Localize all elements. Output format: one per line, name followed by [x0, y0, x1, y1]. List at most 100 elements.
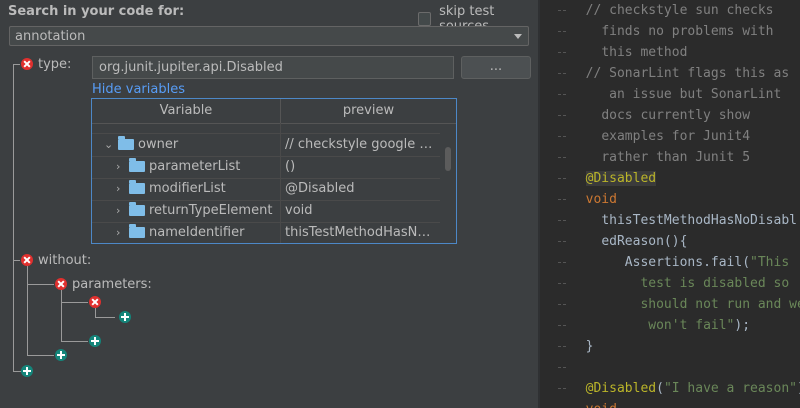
indent-guide — [558, 73, 566, 75]
indent-guide — [558, 157, 566, 159]
tree-line — [95, 317, 115, 318]
type-input[interactable]: org.junit.jupiter.api.Disabled — [92, 56, 454, 79]
chevron-right-icon[interactable]: › — [116, 182, 120, 195]
add-parameter-icon[interactable] — [89, 335, 101, 347]
code-line[interactable]: // SonarLint flags this as — [570, 63, 790, 84]
tree-line — [27, 266, 28, 355]
table-row[interactable]: › modifierList @Disabled — [92, 178, 440, 201]
code-line[interactable]: should not run and we — [570, 294, 800, 315]
type-input-value: org.junit.jupiter.api.Disabled — [99, 60, 283, 75]
indent-guide — [558, 262, 566, 264]
remove-type-icon[interactable] — [21, 58, 33, 70]
indent-guide — [558, 304, 566, 306]
indent-guide — [558, 31, 566, 33]
chevron-right-icon[interactable]: › — [116, 204, 120, 217]
indent-guide — [558, 241, 566, 243]
code-line[interactable]: edReason(){ — [570, 231, 687, 252]
column-separator — [280, 178, 281, 200]
indent-guide — [558, 136, 566, 138]
folder-icon — [129, 180, 145, 194]
code-line[interactable]: } — [570, 336, 594, 357]
browse-type-button[interactable]: ... — [461, 56, 531, 79]
table-row[interactable]: › parameterList () — [92, 156, 440, 179]
code-line[interactable]: @Disabled("I have a reason") — [570, 378, 800, 399]
variable-preview: void — [285, 203, 313, 218]
indent-guide — [558, 283, 566, 285]
indent-guide — [558, 346, 566, 348]
code-line[interactable]: won't fail"); — [570, 315, 750, 336]
table-row[interactable]: ⌄ owner // checkstyle google che... — [92, 134, 440, 157]
indent-guide — [558, 10, 566, 12]
code-line[interactable]: rather than Junit 5 — [570, 147, 750, 168]
search-label: Search in your code for: — [8, 4, 185, 19]
code-line[interactable]: this method — [570, 42, 687, 63]
remove-parameters-icon[interactable] — [55, 278, 67, 290]
variable-preview: () — [285, 159, 296, 174]
type-label: type: — [38, 57, 72, 72]
folder-icon — [129, 158, 145, 172]
skip-test-sources-checkbox[interactable] — [418, 12, 432, 26]
variables-table-header: Variable preview — [92, 99, 456, 124]
tree-line — [13, 64, 14, 372]
column-separator — [280, 156, 281, 178]
add-condition-icon[interactable] — [21, 365, 33, 377]
indent-guide — [558, 178, 566, 180]
code-line[interactable]: docs currently show — [570, 105, 750, 126]
table-row[interactable]: › nameIdentifier thisTestMethodHasNoDi..… — [92, 222, 440, 243]
indent-guide — [558, 52, 566, 54]
indent-guide — [558, 115, 566, 117]
code-line[interactable]: examples for Junit4 — [570, 126, 750, 147]
add-without-item-icon[interactable] — [55, 349, 67, 361]
variable-name: nameIdentifier — [149, 225, 245, 240]
code-line[interactable]: finds no problems with — [570, 21, 773, 42]
variable-column-header[interactable]: Variable — [92, 103, 280, 118]
hide-variables-link[interactable]: Hide variables — [92, 82, 185, 97]
variables-table: Variable preview ⌄ owner // checkstyle g… — [91, 98, 457, 244]
table-row[interactable] — [92, 123, 440, 134]
tree-line — [61, 290, 62, 341]
variable-preview: thisTestMethodHasNoDi... — [285, 225, 435, 240]
structural-search-panel: Search in your code for: skip test sourc… — [0, 0, 540, 408]
code-line[interactable]: // checkstyle sun checks — [570, 0, 774, 21]
code-line[interactable]: Assertions.fail("This — [570, 252, 789, 273]
chevron-down-icon — [514, 34, 522, 39]
folder-icon — [118, 136, 134, 150]
code-line[interactable]: void — [570, 399, 617, 408]
code-line[interactable]: void — [570, 189, 617, 210]
code-line[interactable]: an issue but SonarLint — [570, 84, 781, 105]
chevron-right-icon[interactable]: › — [116, 160, 120, 173]
column-separator — [280, 222, 281, 243]
code-editor[interactable]: // checkstyle sun checks finds no proble… — [540, 0, 800, 408]
variable-preview: @Disabled — [285, 181, 355, 196]
tree-line — [61, 341, 88, 342]
remove-without-icon[interactable] — [21, 254, 33, 266]
folder-icon — [129, 202, 145, 216]
code-line[interactable]: @Disabled — [570, 168, 657, 189]
search-target-value: annotation — [15, 29, 86, 44]
table-scrollbar[interactable] — [445, 147, 451, 171]
code-line[interactable]: thisTestMethodHasNoDisabl — [570, 210, 797, 231]
preview-column-header[interactable]: preview — [281, 103, 456, 118]
remove-parameter-icon[interactable] — [89, 296, 101, 308]
variable-name: returnTypeElement — [149, 203, 273, 218]
tree-line — [61, 302, 88, 303]
folder-icon — [129, 224, 145, 238]
without-label: without: — [38, 253, 92, 268]
variable-name: modifierList — [149, 181, 226, 196]
indent-guide — [558, 388, 566, 390]
code-line[interactable]: test is disabled so — [570, 273, 789, 294]
column-separator — [280, 134, 281, 156]
chevron-down-icon[interactable]: ⌄ — [104, 138, 113, 151]
tree-line — [13, 64, 20, 65]
indent-guide — [558, 220, 566, 222]
chevron-right-icon[interactable]: › — [116, 226, 120, 239]
variable-preview: // checkstyle google che... — [285, 137, 435, 152]
tree-line — [13, 371, 21, 372]
tree-line — [27, 355, 54, 356]
search-target-combo[interactable]: annotation — [9, 26, 529, 46]
tree-line — [95, 308, 96, 317]
column-separator — [280, 200, 281, 222]
variable-name: owner — [138, 137, 179, 152]
add-parameter-constraint-icon[interactable] — [119, 311, 131, 323]
table-row[interactable]: › returnTypeElement void — [92, 200, 440, 223]
